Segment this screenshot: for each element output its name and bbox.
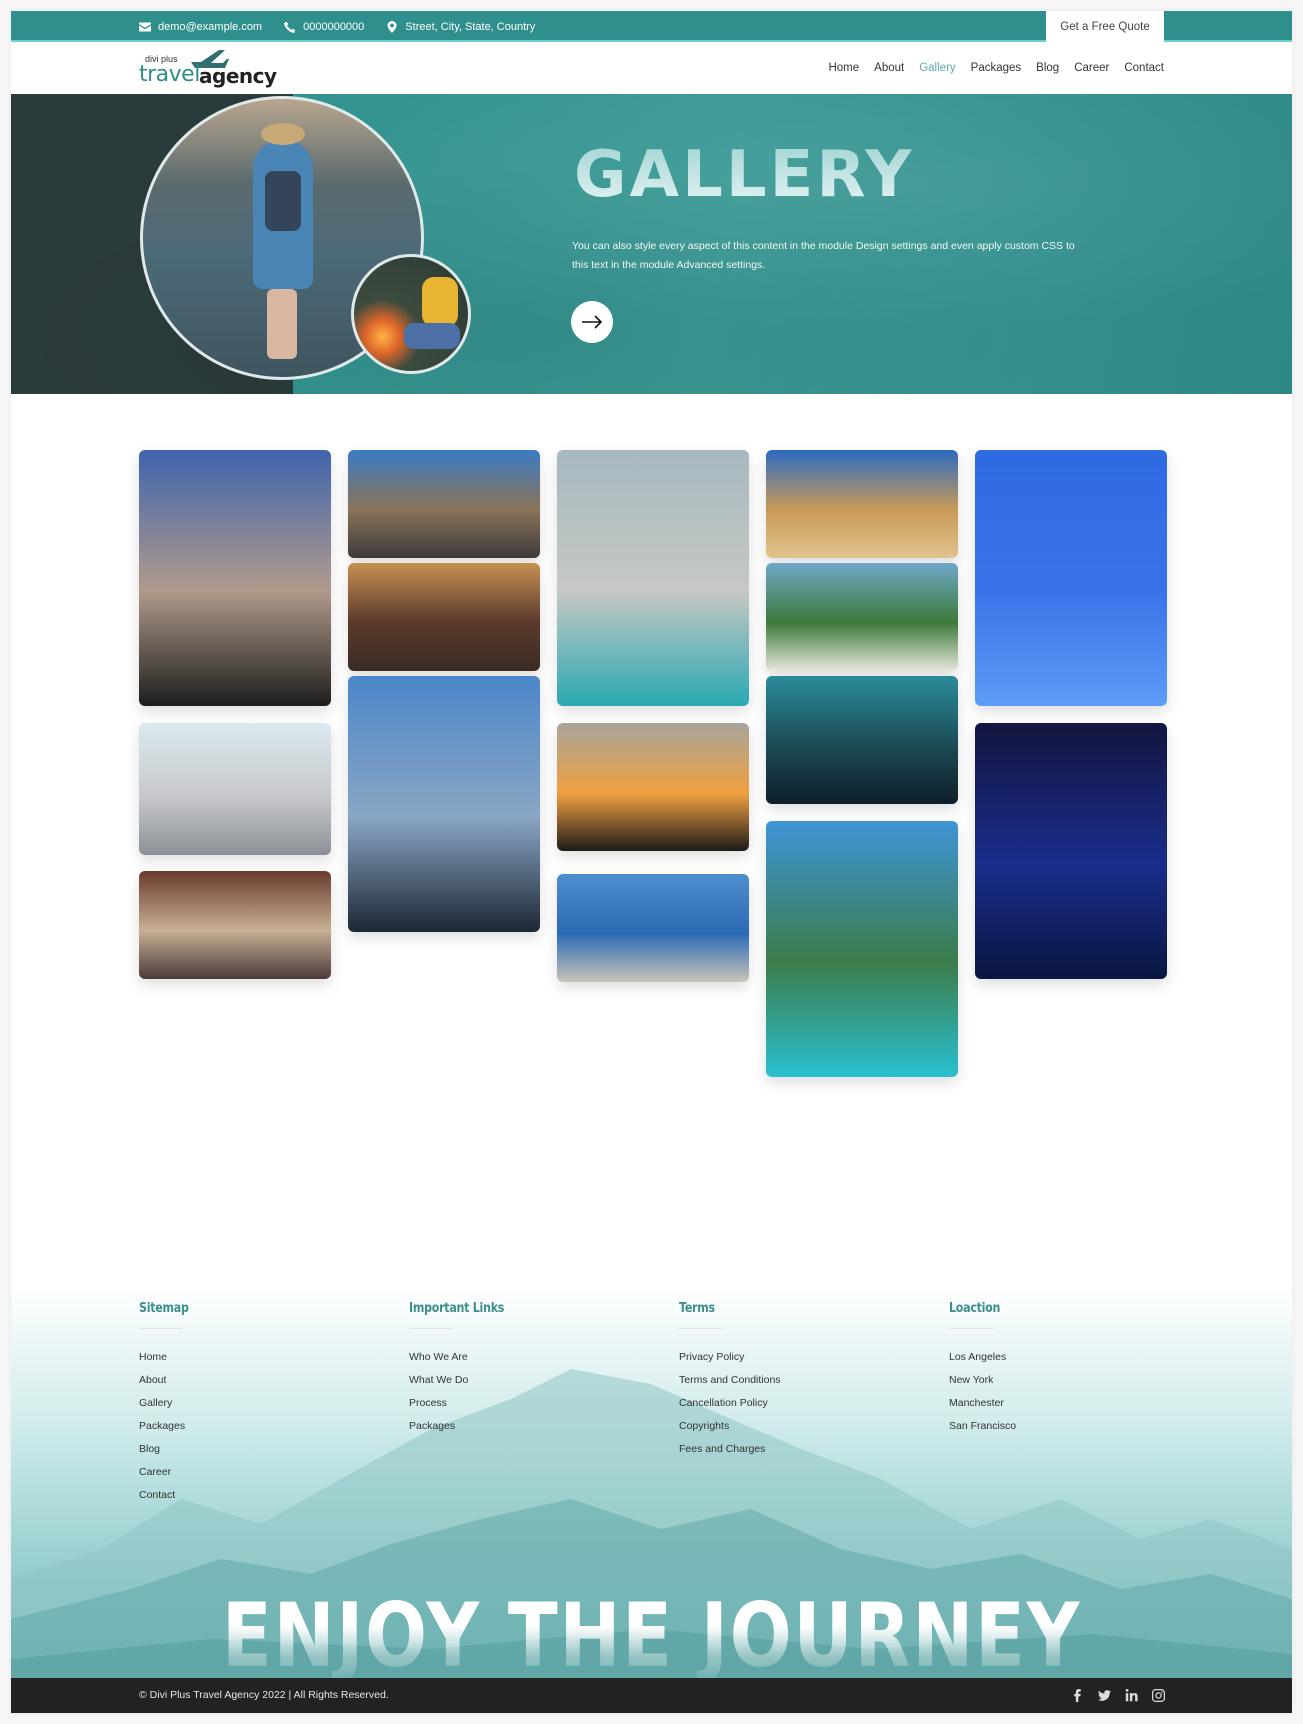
logo-word-agency: agency <box>199 64 277 88</box>
footer-col-location: Loaction Los Angeles New York Manchester… <box>949 1301 1016 1442</box>
footer-heading: Important Links <box>409 1301 505 1316</box>
nav-blog[interactable]: Blog <box>1036 62 1059 74</box>
footer-link[interactable]: Packages <box>409 1419 521 1442</box>
footer-heading: Loaction <box>949 1301 1001 1316</box>
gallery-image-walking-street-night[interactable] <box>348 563 540 671</box>
gallery-image-eiffel-tower[interactable] <box>348 676 540 932</box>
nav-packages[interactable]: Packages <box>971 62 1022 74</box>
facebook-icon[interactable] <box>1071 1689 1084 1702</box>
get-quote-button[interactable]: Get a Free Quote <box>1046 11 1164 42</box>
footer-link[interactable]: Fees and Charges <box>679 1442 781 1465</box>
header: divi plus travel agency Home About Galle… <box>11 42 1292 94</box>
footer-link[interactable]: Privacy Policy <box>679 1350 781 1373</box>
contact-info: demo@example.com 0000000000 Street, City… <box>139 11 535 42</box>
page: demo@example.com 0000000000 Street, City… <box>11 11 1292 1713</box>
social-links <box>1071 1678 1165 1713</box>
hero-section: GALLERY You can also style every aspect … <box>11 94 1292 394</box>
envelope-icon <box>139 22 151 31</box>
linkedin-icon[interactable] <box>1125 1689 1138 1702</box>
logo[interactable]: divi plus travel agency <box>139 48 279 88</box>
footer-link[interactable]: Contact <box>139 1488 197 1511</box>
footer-link[interactable]: Gallery <box>139 1396 197 1419</box>
footer-link[interactable]: Career <box>139 1465 197 1488</box>
phone-icon <box>284 21 296 33</box>
footer-link[interactable]: San Francisco <box>949 1419 1016 1442</box>
gallery-image-santorini[interactable] <box>139 723 331 855</box>
footer-link[interactable]: What We Do <box>409 1373 521 1396</box>
gallery-image-fjord[interactable] <box>557 874 749 982</box>
bottom-bar: © Divi Plus Travel Agency 2022 | All Rig… <box>11 1678 1292 1713</box>
footer-link[interactable]: Blog <box>139 1442 197 1465</box>
hero-image-campfire <box>351 254 471 374</box>
gallery-image-tropical-beach[interactable] <box>766 563 958 671</box>
gallery-image-hot-air-balloon[interactable] <box>139 450 331 706</box>
footer-heading: Terms <box>679 1301 715 1316</box>
nav-contact[interactable]: Contact <box>1124 62 1164 74</box>
gallery-image-london-eye[interactable] <box>975 723 1167 979</box>
contact-address: Street, City, State, Country <box>386 20 536 33</box>
copyright-text: © Divi Plus Travel Agency 2022 | All Rig… <box>139 1689 389 1701</box>
footer-link[interactable]: Packages <box>139 1419 197 1442</box>
footer-heading: Sitemap <box>139 1301 189 1316</box>
footer-link[interactable]: New York <box>949 1373 1016 1396</box>
phone-text: 0000000000 <box>303 20 365 33</box>
footer-link[interactable]: Manchester <box>949 1396 1016 1419</box>
divider <box>409 1328 453 1329</box>
gallery-image-hiker-silhouette[interactable] <box>766 676 958 804</box>
divider <box>679 1328 723 1329</box>
footer-link[interactable]: Process <box>409 1396 521 1419</box>
gallery-image-old-town-street[interactable] <box>348 450 540 558</box>
contact-email[interactable]: demo@example.com <box>139 21 262 33</box>
arrow-right-icon <box>582 315 603 329</box>
footer-col-sitemap: Sitemap Home About Gallery Packages Blog… <box>139 1301 197 1511</box>
nav-about[interactable]: About <box>874 62 904 74</box>
footer-tagline: ENJOY THE JOURNEY <box>120 1586 1183 1686</box>
nav-gallery[interactable]: Gallery <box>919 62 955 74</box>
nav-career[interactable]: Career <box>1074 62 1109 74</box>
gallery-image-greek-temple[interactable] <box>766 450 958 558</box>
footer-link[interactable]: Los Angeles <box>949 1350 1016 1373</box>
gallery-image-bora-bora[interactable] <box>766 821 958 1077</box>
gallery-image-sunset-friends[interactable] <box>557 723 749 851</box>
footer-link[interactable]: Cancellation Policy <box>679 1396 781 1419</box>
logo-word-travel: travel <box>139 62 200 87</box>
page-title: GALLERY <box>574 138 915 212</box>
footer-link[interactable]: Home <box>139 1350 197 1373</box>
footer-link[interactable]: Copyrights <box>679 1419 781 1442</box>
footer-col-terms: Terms Privacy Policy Terms and Condition… <box>679 1301 781 1465</box>
footer-link[interactable]: About <box>139 1373 197 1396</box>
hero-arrow-button[interactable] <box>571 301 613 343</box>
gallery-image-snowy-park[interactable] <box>975 450 1167 706</box>
footer-link[interactable]: Terms and Conditions <box>679 1373 781 1396</box>
address-text: Street, City, State, Country <box>405 20 536 33</box>
divider <box>949 1328 993 1329</box>
contact-phone[interactable]: 0000000000 <box>284 21 364 33</box>
top-bar: demo@example.com 0000000000 Street, City… <box>11 11 1292 42</box>
hero-description: You can also style every aspect of this … <box>572 240 1075 271</box>
nav-home[interactable]: Home <box>828 62 859 74</box>
divider <box>139 1328 183 1329</box>
footer: Sitemap Home About Gallery Packages Blog… <box>11 1171 1292 1689</box>
gallery-image-mountain-lake[interactable] <box>557 450 749 706</box>
email-text: demo@example.com <box>158 20 263 33</box>
instagram-icon[interactable] <box>1152 1689 1165 1702</box>
footer-link[interactable]: Who We Are <box>409 1350 521 1373</box>
footer-col-important-links: Important Links Who We Are What We Do Pr… <box>409 1301 521 1442</box>
gallery-grid <box>11 394 1292 1214</box>
main-nav: Home About Gallery Packages Blog Career … <box>828 42 1164 94</box>
map-pin-icon <box>387 20 397 33</box>
gallery-image-brick-street[interactable] <box>139 871 331 979</box>
twitter-icon[interactable] <box>1098 1689 1111 1702</box>
